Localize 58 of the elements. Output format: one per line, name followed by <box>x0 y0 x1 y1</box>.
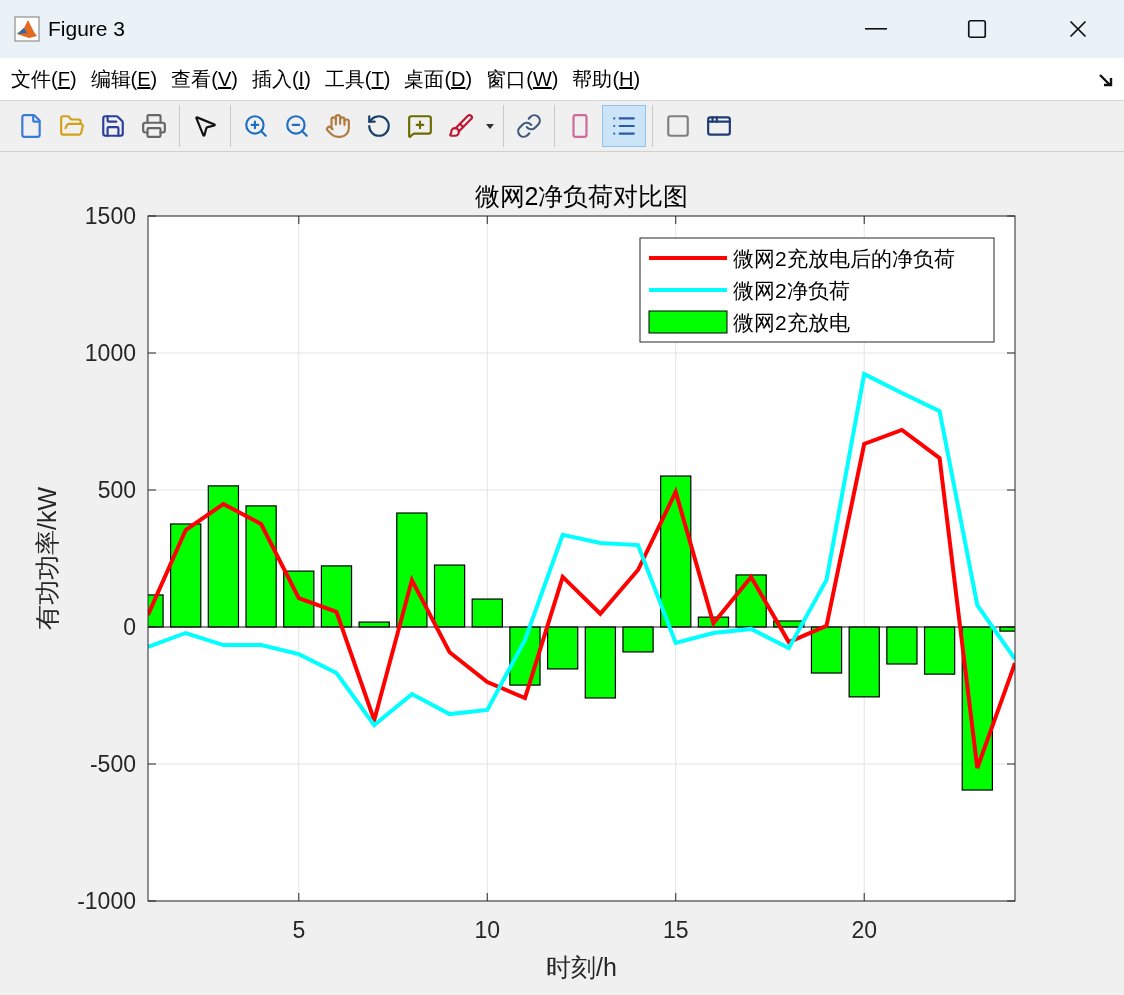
brush-icon <box>448 113 474 139</box>
link-icon <box>516 113 542 139</box>
square-icon <box>665 113 691 139</box>
menu-item[interactable]: 插入(I) <box>244 62 318 96</box>
menu-item[interactable]: 工具(T) <box>317 62 398 96</box>
menu-item[interactable]: 桌面(D) <box>397 62 480 96</box>
bar <box>697 616 730 628</box>
zoom-out-icon <box>284 113 310 139</box>
menu-item[interactable]: 窗口(W) <box>479 62 566 96</box>
data-tip-icon <box>407 113 433 139</box>
minimize-icon <box>864 28 887 30</box>
tick-label: 0 <box>123 614 136 640</box>
menu-item[interactable]: 查看(V) <box>164 62 245 96</box>
bar <box>433 564 466 628</box>
bar <box>886 626 918 665</box>
x-axis-label: 时刻/h <box>546 953 617 981</box>
tick-label: 1000 <box>84 340 136 366</box>
window-icon <box>706 113 732 139</box>
bar <box>358 621 390 628</box>
tick-label: 10 <box>474 917 501 943</box>
bar <box>848 626 880 698</box>
tick-label: 5 <box>292 917 306 943</box>
menu-item[interactable]: 编辑(E) <box>83 62 165 96</box>
maximize-icon <box>965 18 988 40</box>
zoom-in-icon <box>243 113 269 139</box>
menu-item[interactable]: 文件(F) <box>4 62 84 96</box>
folder-icon <box>59 113 85 139</box>
hand-icon <box>325 113 351 139</box>
tick-label: 20 <box>851 917 877 943</box>
save-icon <box>100 113 126 139</box>
y-axis-label: 有功功率/kW <box>33 487 61 630</box>
window-title: Figure 3 <box>48 17 127 41</box>
app-icon <box>14 16 40 42</box>
print-icon <box>141 113 167 139</box>
bar <box>320 565 353 628</box>
menu-item[interactable]: 帮助(H) <box>565 62 648 96</box>
caret-icon <box>486 123 494 129</box>
legend-label: 微网2充放电 <box>733 311 850 334</box>
bar <box>622 626 654 653</box>
tick-label: 15 <box>662 917 689 943</box>
pointer-icon <box>192 113 218 139</box>
tick-label: -500 <box>89 751 136 777</box>
bar <box>546 626 579 670</box>
tick-label: 1500 <box>84 203 136 229</box>
tick-label: -1000 <box>77 888 136 914</box>
bar <box>471 598 503 628</box>
bar <box>999 626 1015 632</box>
bar <box>923 626 956 675</box>
bar <box>810 626 843 674</box>
legend-button[interactable] <box>602 105 646 147</box>
legend-label: 微网2净负荷 <box>733 279 850 302</box>
dock-arrow-icon[interactable] <box>1098 72 1114 88</box>
legend-label: 微网2充放电后的净负荷 <box>733 247 955 270</box>
tick-label: 500 <box>97 477 136 503</box>
chart-title: 微网2净负荷对比图 <box>474 182 689 210</box>
bar <box>773 620 805 628</box>
new-file-icon <box>18 113 44 139</box>
rotate-icon <box>366 113 392 139</box>
